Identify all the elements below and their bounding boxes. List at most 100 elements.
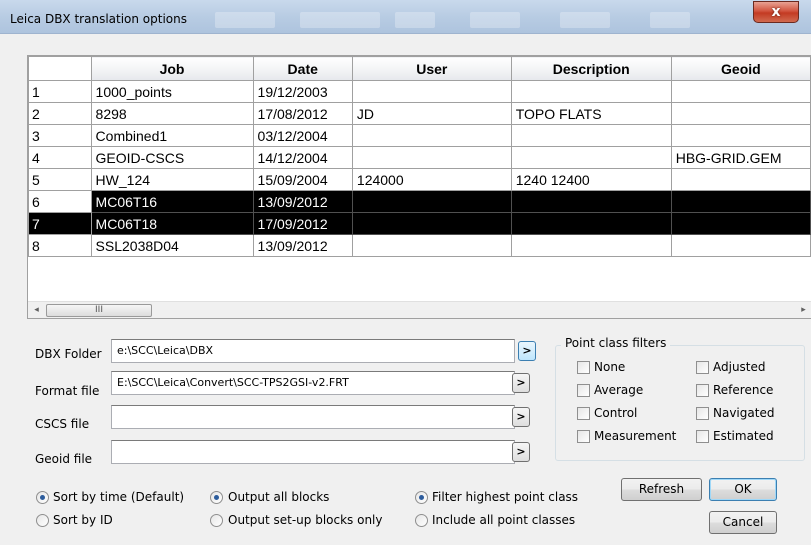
filter-measurement-checkbox[interactable] [577,430,590,443]
point-class-filters-group [555,345,805,461]
geoid-cell[interactable] [670,102,811,125]
cscs-file-input[interactable] [111,405,515,429]
table-row[interactable]: 1 1000_points 19/12/2003 [28,80,811,103]
job-cell[interactable]: GEOID-CSCS [90,146,254,169]
description-cell[interactable] [510,190,672,213]
filter-highest-class-label: Filter highest point class [432,490,579,504]
user-cell[interactable] [351,190,512,213]
refresh-button[interactable]: Refresh [621,478,702,501]
horizontal-scrollbar[interactable]: ◂ III ▸ [28,301,811,318]
geoid-cell[interactable]: HBG-GRID.GEM [670,146,811,169]
format-file-browse-button[interactable]: > [512,373,530,393]
row-number-cell[interactable]: 4 [28,146,92,169]
filter-navigated-checkbox[interactable] [696,407,709,420]
scroll-thumb[interactable]: III [46,304,152,317]
sort-by-time-radio[interactable] [36,491,49,504]
date-cell[interactable]: 03/12/2004 [252,124,353,147]
description-cell[interactable] [510,124,672,147]
geoid-cell[interactable] [670,190,811,213]
filter-estimated-checkbox[interactable] [696,430,709,443]
job-cell[interactable]: Combined1 [90,124,254,147]
filter-control-checkbox[interactable] [577,407,590,420]
geoid-file-input[interactable] [111,440,515,464]
output-all-blocks-radio[interactable] [210,491,223,504]
description-cell[interactable] [510,146,672,169]
sort-by-id-radio[interactable] [36,514,49,527]
output-setup-blocks-radio[interactable] [210,514,223,527]
row-number-cell[interactable]: 8 [28,234,92,257]
table-row[interactable]: 5 HW_124 15/09/2004 124000 1240 12400 [28,168,811,191]
job-cell[interactable]: HW_124 [90,168,254,191]
scroll-right-icon[interactable]: ▸ [795,302,811,318]
description-cell[interactable]: 1240 12400 [510,168,672,191]
user-cell[interactable] [351,212,512,235]
row-number-cell[interactable]: 1 [28,80,92,103]
geoid-cell[interactable] [670,80,811,103]
geoid-cell[interactable] [670,168,811,191]
row-number-cell[interactable]: 7 [28,212,92,235]
table-row[interactable]: 8 SSL2038D04 13/09/2012 [28,234,811,257]
output-all-blocks-label: Output all blocks [228,490,330,504]
user-cell[interactable] [351,146,512,169]
description-cell[interactable]: TOPO FLATS [510,102,672,125]
jobs-grid[interactable]: Job Date User Description Geoid 1 1000_po… [27,55,811,319]
sort-by-time-label: Sort by time (Default) [53,490,185,504]
date-cell[interactable]: 19/12/2003 [252,80,353,103]
date-cell[interactable]: 15/09/2004 [252,168,353,191]
table-row[interactable]: 6 MC06T16 13/09/2012 [28,190,811,213]
column-header-date[interactable]: Date [252,56,353,81]
description-cell[interactable] [510,80,672,103]
date-cell[interactable]: 14/12/2004 [252,146,353,169]
include-all-classes-radio[interactable] [415,514,428,527]
column-header-job[interactable]: Job [90,56,254,81]
table-row[interactable]: 2 8298 17/08/2012 JD TOPO FLATS [28,102,811,125]
job-cell[interactable]: SSL2038D04 [90,234,254,257]
format-file-label: Format file [35,384,100,398]
table-row[interactable]: 4 GEOID-CSCS 14/12/2004 HBG-GRID.GEM [28,146,811,169]
user-cell[interactable] [351,124,512,147]
close-button[interactable]: x [753,1,799,23]
description-cell[interactable] [510,212,672,235]
column-header-geoid[interactable]: Geoid [670,56,811,81]
filter-adjusted-checkbox[interactable] [696,361,709,374]
scroll-left-icon[interactable]: ◂ [28,302,45,318]
row-number-cell[interactable]: 5 [28,168,92,191]
filter-none-checkbox[interactable] [577,361,590,374]
user-cell[interactable] [351,80,512,103]
table-row[interactable]: 7 MC06T18 17/09/2012 [28,212,811,235]
filter-average-checkbox[interactable] [577,384,590,397]
date-cell[interactable]: 17/09/2012 [252,212,353,235]
filter-reference-checkbox[interactable] [696,384,709,397]
filter-none-label: None [594,360,626,374]
job-cell[interactable]: 1000_points [90,80,254,103]
date-cell[interactable]: 17/08/2012 [252,102,353,125]
geoid-cell[interactable] [670,124,811,147]
geoid-cell[interactable] [670,234,811,257]
user-cell[interactable]: JD [351,102,512,125]
dbx-folder-label: DBX Folder [35,347,102,361]
cancel-button[interactable]: Cancel [709,511,777,534]
title-bar: Leica DBX translation options x [0,0,811,34]
dbx-folder-input[interactable]: e:\SCC\Leica\DBX [111,339,515,363]
row-number-cell[interactable]: 6 [28,190,92,213]
job-cell[interactable]: 8298 [90,102,254,125]
dbx-folder-browse-button[interactable]: > [518,341,536,361]
row-number-cell[interactable]: 2 [28,102,92,125]
ok-button[interactable]: OK [709,478,777,501]
date-cell[interactable]: 13/09/2012 [252,234,353,257]
user-cell[interactable]: 124000 [351,168,512,191]
date-cell[interactable]: 13/09/2012 [252,190,353,213]
job-cell[interactable]: MC06T18 [90,212,254,235]
format-file-input[interactable]: E:\SCC\Leica\Convert\SCC-TPS2GSI-v2.FRT [111,371,515,395]
column-header-user[interactable]: User [351,56,512,81]
cscs-file-browse-button[interactable]: > [512,407,530,427]
user-cell[interactable] [351,234,512,257]
column-header-description[interactable]: Description [510,56,672,81]
table-row[interactable]: 3 Combined1 03/12/2004 [28,124,811,147]
geoid-cell[interactable] [670,212,811,235]
filter-highest-class-radio[interactable] [415,491,428,504]
geoid-file-browse-button[interactable]: > [512,442,530,462]
job-cell[interactable]: MC06T16 [90,190,254,213]
description-cell[interactable] [510,234,672,257]
row-number-cell[interactable]: 3 [28,124,92,147]
